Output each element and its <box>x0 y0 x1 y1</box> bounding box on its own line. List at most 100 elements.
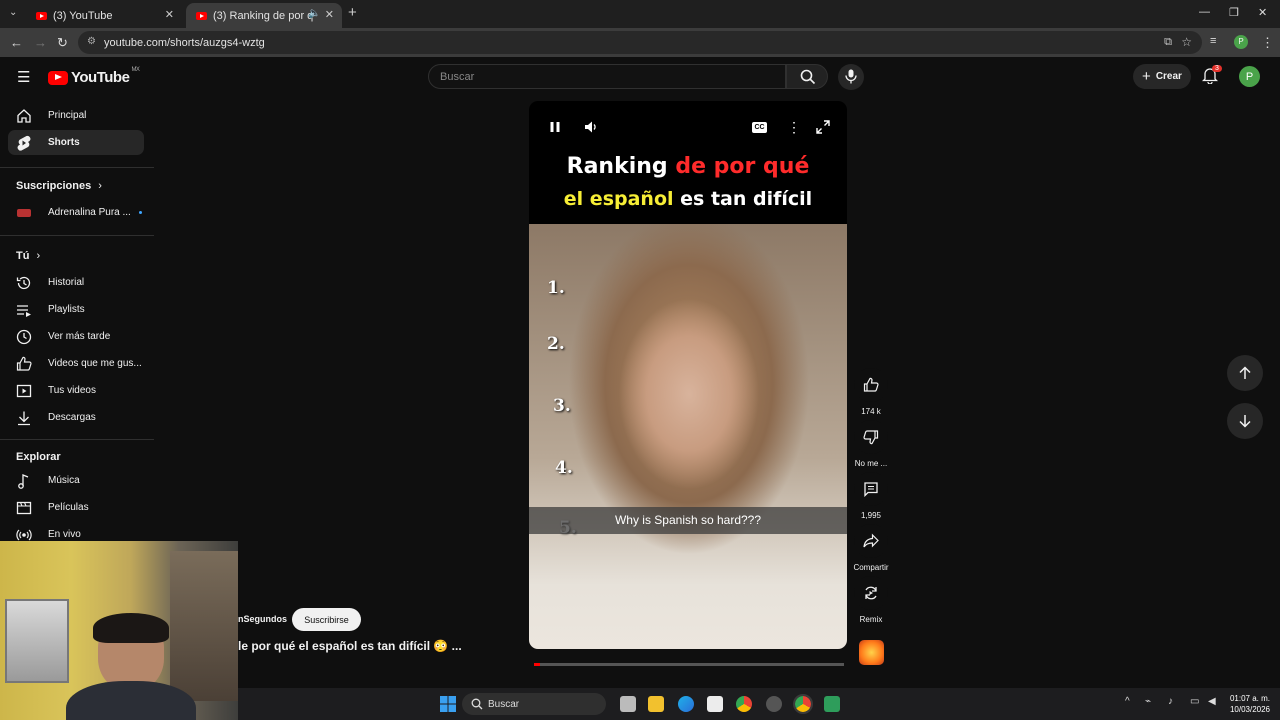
microphone-tray-icon[interactable]: ♪ <box>1168 696 1173 707</box>
more-options-icon[interactable]: ⋮ <box>787 119 801 136</box>
address-bar-row: ← → ↻ ⚙ youtube.com/shorts/auzgs4-wztg ⧉… <box>0 28 1280 57</box>
taskbar-search[interactable]: Buscar <box>462 693 606 715</box>
volume-tray-icon[interactable]: ◀ <box>1208 696 1216 707</box>
channel-name[interactable]: nSegundos <box>238 614 287 624</box>
previous-short-button[interactable] <box>1227 355 1263 391</box>
tab-list-chevron-icon[interactable]: ⌄ <box>9 7 17 18</box>
volume-icon[interactable] <box>584 120 598 134</box>
audio-track-thumbnail[interactable] <box>859 640 884 665</box>
taskbar-search-label: Buscar <box>488 698 520 710</box>
dislike-circle <box>854 420 888 454</box>
search-input[interactable]: Buscar <box>428 64 786 89</box>
sidebar-item-musica[interactable]: Música <box>8 468 144 493</box>
sidebar-item-historial[interactable]: Historial <box>8 270 144 295</box>
maximize-icon[interactable]: ❐ <box>1229 6 1239 19</box>
next-short-button[interactable] <box>1227 403 1263 439</box>
speaker-icon[interactable]: 🔈 <box>308 8 320 19</box>
url-field[interactable]: ⚙ youtube.com/shorts/auzgs4-wztg ⧉ ☆ <box>78 31 1202 54</box>
sidebar-item-playlists[interactable]: Playlists <box>8 297 144 322</box>
sidebar-item-descargas[interactable]: Descargas <box>8 405 144 430</box>
remix-button[interactable]: Remix <box>852 576 890 624</box>
fullscreen-icon[interactable] <box>816 120 830 134</box>
share-label: Compartir <box>853 563 889 572</box>
chrome-active-icon[interactable] <box>793 694 813 714</box>
video-icon <box>16 383 32 399</box>
windows-start-icon[interactable] <box>440 696 456 712</box>
clock-time: 01:07 a. m. <box>1229 694 1270 703</box>
captions-icon[interactable]: CC <box>752 122 767 133</box>
profile-icon[interactable]: P <box>1234 35 1248 49</box>
share-arrow-icon <box>863 533 879 548</box>
voice-search-button[interactable] <box>838 64 864 90</box>
ranking-number: 3. <box>553 396 571 416</box>
taskbar-clock[interactable]: 01:07 a. m. 10/03/2026 <box>1230 693 1270 715</box>
sidebar-item-label: Videos que me gus... <box>48 358 142 369</box>
chrome-icon[interactable] <box>736 696 752 712</box>
comments-button[interactable]: 1,995 <box>852 472 890 520</box>
new-tab-icon[interactable]: + <box>348 4 357 21</box>
tray-chevron-icon[interactable]: ^ <box>1125 696 1130 707</box>
browser-tab-bar: ⌄ (3) YouTube ✕ (3) Ranking de por qué e… <box>0 0 1280 28</box>
minimize-icon[interactable]: — <box>1199 6 1210 18</box>
sidebar-item-peliculas[interactable]: Películas <box>8 495 144 520</box>
video-progress-bar[interactable] <box>534 663 844 666</box>
site-info-icon[interactable]: ⚙ <box>87 36 96 47</box>
chevron-right-icon: › <box>98 180 102 192</box>
explore-heading: Explorar <box>16 451 61 463</box>
spreadsheet-icon[interactable] <box>824 696 840 712</box>
hamburger-menu-icon[interactable]: ☰ <box>17 68 30 86</box>
shorts-icon <box>16 135 32 151</box>
music-icon <box>16 473 32 489</box>
browser-menu-icon[interactable]: ⋮ <box>1261 35 1274 51</box>
back-icon[interactable]: ← <box>10 35 23 50</box>
search-button[interactable] <box>786 64 828 89</box>
task-view-icon[interactable] <box>620 696 636 712</box>
sidebar-item-liked-videos[interactable]: Videos que me gus... <box>8 351 144 376</box>
like-button[interactable]: 174 k <box>852 368 890 416</box>
air-conditioner-shape <box>5 599 69 683</box>
sidebar-item-label: En vivo <box>48 529 81 540</box>
dislike-button[interactable]: No me ... <box>852 420 890 468</box>
pause-icon[interactable] <box>549 121 561 133</box>
clock-icon <box>16 329 32 345</box>
youtube-play-icon <box>48 70 68 85</box>
reload-icon[interactable]: ↻ <box>57 35 68 51</box>
close-window-icon[interactable]: ✕ <box>1258 6 1267 19</box>
browser-tab-shorts[interactable]: (3) Ranking de por qué el e 🔈 ✕ <box>186 3 342 28</box>
install-app-icon[interactable]: ⧉ <box>1164 36 1172 49</box>
sidebar-item-ver-mas-tarde[interactable]: Ver más tarde <box>8 324 144 349</box>
display-icon[interactable]: ▭ <box>1190 696 1199 707</box>
sidebar-item-principal[interactable]: Principal <box>8 103 144 128</box>
sidebar-item-subscription[interactable]: Adrenalina Pura ... <box>8 200 144 225</box>
close-tab-icon[interactable]: ✕ <box>325 8 334 21</box>
title-word-ranking: Ranking <box>566 154 668 179</box>
app-icon[interactable] <box>766 696 782 712</box>
sidebar-item-tus-videos[interactable]: Tus videos <box>8 378 144 403</box>
sidebar-item-label: Shorts <box>48 137 80 148</box>
network-icon[interactable]: ⌁ <box>1145 696 1151 707</box>
subscriptions-heading[interactable]: Suscripciones › <box>16 180 102 192</box>
logo-text: YouTube <box>71 69 130 86</box>
media-control-icon[interactable]: ≡ <box>1210 35 1216 47</box>
store-icon[interactable] <box>707 696 723 712</box>
file-explorer-icon[interactable] <box>648 696 664 712</box>
subscribe-button[interactable]: Suscribirse <box>292 608 361 631</box>
dislike-label: No me ... <box>854 459 888 468</box>
plus-icon: + <box>1142 68 1151 85</box>
sidebar-item-shorts[interactable]: Shorts <box>8 130 144 155</box>
remix-label: Remix <box>859 615 883 624</box>
search-icon <box>471 698 483 710</box>
you-heading[interactable]: Tú › <box>16 250 40 262</box>
account-avatar[interactable]: P <box>1239 66 1260 87</box>
edge-icon[interactable] <box>678 696 694 712</box>
create-button[interactable]: + Crear <box>1133 64 1191 89</box>
shorts-video-player[interactable]: CC ⋮ Ranking de por qué el español es ta… <box>529 101 847 649</box>
video-description[interactable]: le por qué el español es tan difícil 😳 .… <box>238 639 462 653</box>
bookmark-star-icon[interactable]: ☆ <box>1181 35 1192 49</box>
share-button[interactable]: Compartir <box>852 524 890 572</box>
close-tab-icon[interactable]: ✕ <box>165 8 174 21</box>
browser-tab-youtube[interactable]: (3) YouTube ✕ <box>26 3 182 28</box>
youtube-logo[interactable]: YouTube MX <box>48 67 140 86</box>
comment-icon <box>864 482 878 497</box>
forward-icon[interactable]: → <box>34 35 47 50</box>
